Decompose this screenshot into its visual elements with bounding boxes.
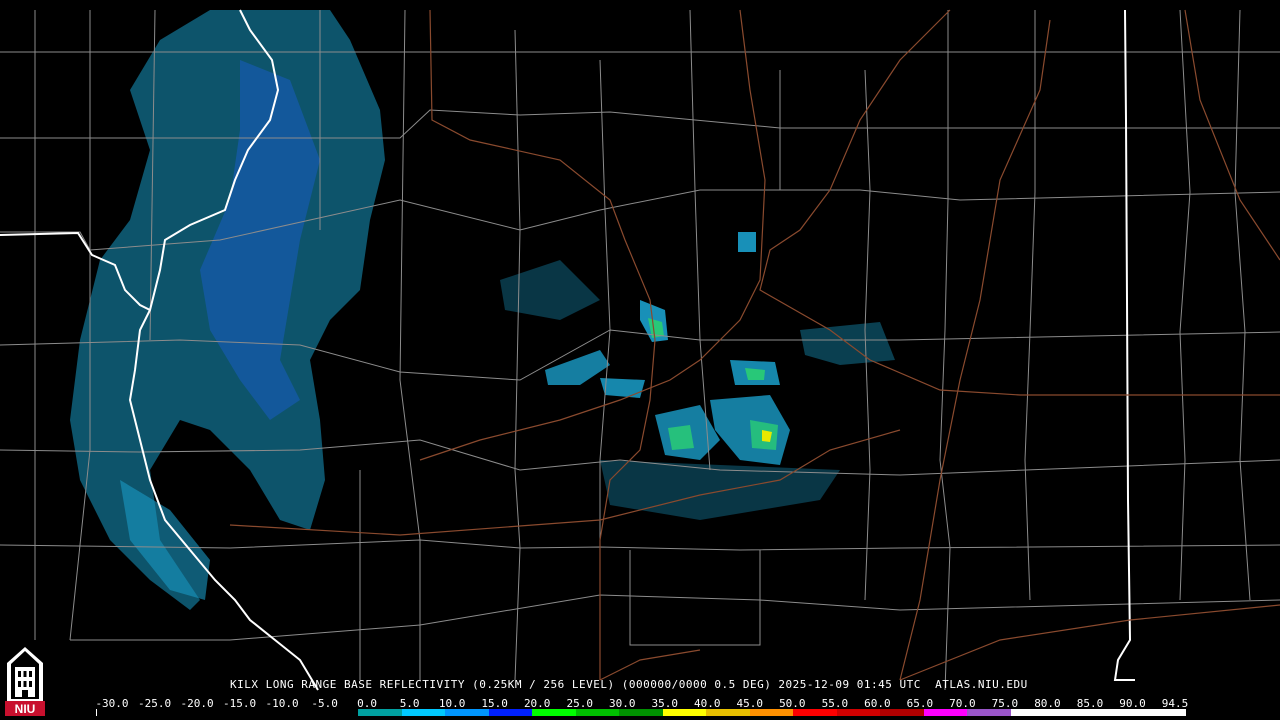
colorbar-segment — [1097, 709, 1142, 716]
colorbar-segment — [445, 709, 489, 716]
colorbar-segment — [836, 709, 881, 716]
colorbar-segment — [184, 709, 228, 716]
colorbar-segment — [749, 709, 794, 716]
colorbar-segment — [880, 709, 924, 716]
colorbar-segment — [488, 709, 533, 716]
colorbar-segment — [532, 709, 576, 716]
colorbar-segment — [227, 709, 272, 716]
colorbar-segment — [1054, 709, 1098, 716]
colorbar-segment — [1141, 709, 1185, 716]
radar-map — [0, 0, 1280, 720]
colorbar-segment — [97, 709, 141, 716]
product-caption: KILX LONG RANGE BASE REFLECTIVITY (0.25K… — [230, 678, 1028, 691]
university-tower-icon — [7, 647, 43, 701]
reflectivity-scale-labels: -30.0 -25.0 -20.0 -15.0 -10.0 -5.0 0.0 5.0 10.0 1… — [0, 697, 1280, 710]
reflectivity-colorbar — [96, 709, 1186, 716]
colorbar-segment — [706, 709, 750, 716]
colorbar-segment — [793, 709, 837, 716]
colorbar-segment — [575, 709, 620, 716]
colorbar-segment — [401, 709, 446, 716]
colorbar-segment — [923, 709, 968, 716]
colorbar-segment — [358, 709, 402, 716]
colorbar-segment — [662, 709, 707, 716]
colorbar-segment — [967, 709, 1011, 716]
colorbar-segment — [314, 709, 359, 716]
colorbar-segment — [619, 709, 663, 716]
colorbar-segment — [271, 709, 315, 716]
colorbar-segment — [1010, 709, 1055, 716]
colorbar-segment — [140, 709, 185, 716]
